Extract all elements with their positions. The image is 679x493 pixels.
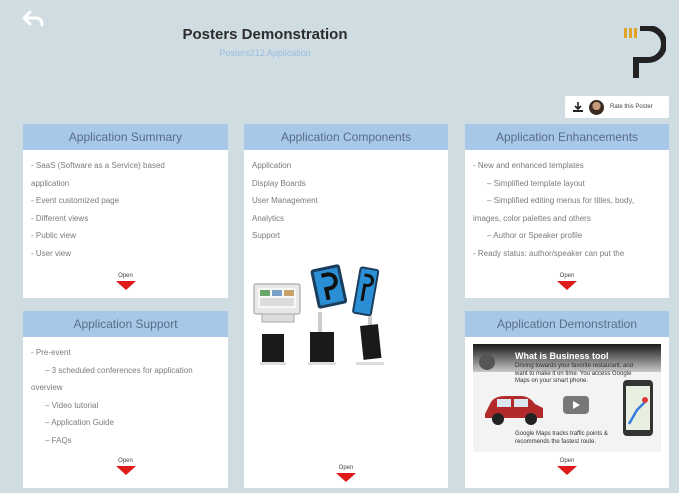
list-item: images, color palettes and others [473, 213, 591, 223]
list-item: – Author or Speaker profile [487, 231, 583, 240]
list-item: Application [252, 161, 292, 170]
open-label: Open [338, 465, 354, 471]
download-icon[interactable] [573, 102, 583, 112]
list-item: – Simplified template layout [487, 178, 585, 188]
card-body: Application Display Boards User Manageme… [244, 150, 448, 252]
open-arrow-icon[interactable] [336, 473, 356, 482]
open-button[interactable]: Open [557, 272, 577, 290]
list-item: overview [31, 383, 63, 392]
card-header: Application Enhancements [465, 124, 669, 150]
card-header: Application Support [23, 311, 228, 337]
card-body: - Pre-event – 3 scheduled conferences fo… [23, 337, 228, 456]
card-application-summary: Application Summary - SaaS (Software as … [23, 124, 228, 298]
card-header: Application Components [244, 124, 448, 150]
list-item: – Application Guide [45, 418, 114, 427]
list-item: User Management [252, 196, 318, 205]
open-button[interactable]: Open [336, 464, 356, 482]
list-item: – Video tutorial [45, 400, 99, 410]
list-item: application [31, 178, 70, 188]
list-item: Analytics [252, 213, 285, 223]
card-body: - SaaS (Software as a Service) based app… [23, 150, 228, 269]
list-item: - Pre-event [31, 348, 71, 357]
video-back-icon[interactable] [479, 354, 495, 370]
list-item: - Different views [31, 213, 89, 223]
open-label: Open [118, 458, 133, 464]
video-title: What is Business tool [515, 351, 609, 361]
card-header: Application Summary [23, 124, 228, 150]
open-arrow-icon[interactable] [115, 281, 136, 290]
page-title: Posters Demonstration [182, 26, 348, 43]
card-application-enhancements: Application Enhancements - New and enhan… [465, 124, 669, 298]
posters-logo [624, 26, 666, 78]
open-label: Open [559, 273, 575, 279]
open-button[interactable]: Open [115, 457, 136, 475]
open-label: Open [118, 273, 133, 279]
card-application-demonstration: Application Demonstration What is Busine… [465, 311, 669, 488]
video-caption: Driving towards your favorite restaurant… [515, 363, 634, 384]
list-item: Support [252, 231, 281, 240]
demo-video-player[interactable]: What is Business tool Driving towards yo… [473, 344, 661, 452]
list-item: – FAQs [45, 435, 72, 445]
list-item: - Public view [31, 231, 76, 240]
card-body: - New and enhanced templates – Simplifie… [465, 150, 669, 269]
list-item: - Event customized page [31, 196, 120, 205]
open-button[interactable]: Open [557, 457, 577, 475]
list-item: - User view [31, 248, 72, 258]
car-image [485, 396, 543, 425]
list-item: – 3 scheduled conferences for applicatio… [45, 365, 193, 375]
open-arrow-icon[interactable] [115, 466, 136, 475]
rate-poster-label: Rate this Poster [610, 104, 653, 110]
open-label: Open [559, 458, 575, 464]
card-application-support: Application Support - Pre-event – 3 sche… [23, 311, 228, 488]
list-item: - New and enhanced templates [473, 161, 584, 170]
rate-poster-button[interactable]: Rate this Poster [565, 96, 669, 118]
display-devices-image [253, 264, 384, 365]
open-arrow-icon[interactable] [557, 281, 577, 290]
card-header: Application Demonstration [465, 311, 669, 337]
play-icon[interactable] [563, 396, 589, 414]
open-arrow-icon[interactable] [557, 466, 577, 475]
page-subtitle: Posters212 Application [219, 48, 311, 58]
avatar [589, 99, 604, 115]
video-caption: Google Maps tracks traffic points & reco… [515, 431, 608, 445]
list-item: Display Boards [252, 178, 306, 188]
open-button[interactable]: Open [115, 272, 136, 290]
list-item: - SaaS (Software as a Service) based [31, 161, 165, 170]
card-application-components: Application Components Application Displ… [244, 124, 448, 488]
phone-map-image [623, 380, 653, 436]
list-item: – Simplified editing menus for titles, b… [487, 196, 635, 205]
list-item: - Ready status: author/speaker can put t… [473, 248, 625, 258]
